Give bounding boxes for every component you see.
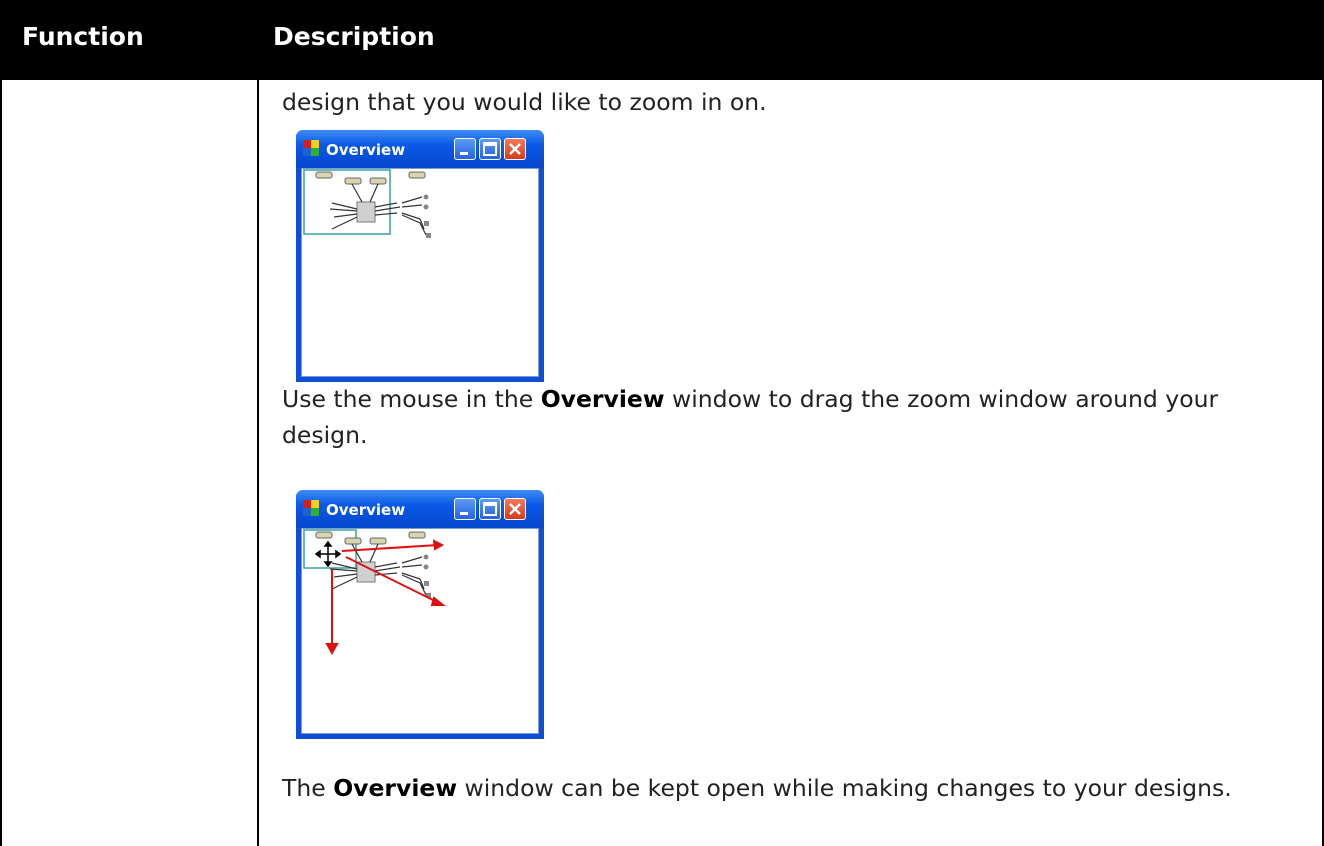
description-paragraph-3: The Overview window can be kept open whi… [282,770,1302,806]
table-header-row: Function Description [0,0,1324,80]
maximize-button [479,498,501,520]
close-button [504,138,526,160]
header-function: Function [22,22,144,51]
window-titlebar: Overview [296,130,544,168]
design-thumbnail [303,169,431,238]
maximize-icon [483,502,497,516]
overview-term: Overview [333,774,458,802]
minimize-button [454,498,476,520]
window-title: Overview [326,501,406,519]
move-cursor-icon [314,540,342,568]
maximize-button [479,138,501,160]
description-paragraph-1: design that you would like to zoom in on… [282,88,767,116]
maximize-icon [483,142,497,156]
header-description: Description [273,22,435,51]
paragraph-2-text-before: Use the mouse in the [282,385,541,413]
overview-canvas [301,528,539,734]
app-icon [303,500,319,516]
app-icon [303,140,319,156]
design-thumbnail [303,529,446,656]
overview-canvas [301,168,539,377]
minimize-icon [460,512,468,515]
paragraph-3-text-after: window can be kept open while making cha… [457,774,1232,802]
overview-window-screenshot-2: Overview [296,490,544,739]
overview-term: Overview [540,385,665,413]
overview-window-screenshot-1: Overview [296,130,544,382]
window-titlebar: Overview [296,490,544,528]
close-icon [509,503,521,515]
close-button [504,498,526,520]
description-paragraph-2: Use the mouse in the Overview window to … [282,381,1302,453]
close-icon [509,143,521,155]
table-border-left [0,80,2,846]
paragraph-3-text-before: The [282,774,334,802]
column-divider [257,80,259,846]
minimize-icon [460,152,468,155]
minimize-button [454,138,476,160]
function-description-table: Function Description design that you wou… [0,0,1324,846]
window-title: Overview [326,141,406,159]
